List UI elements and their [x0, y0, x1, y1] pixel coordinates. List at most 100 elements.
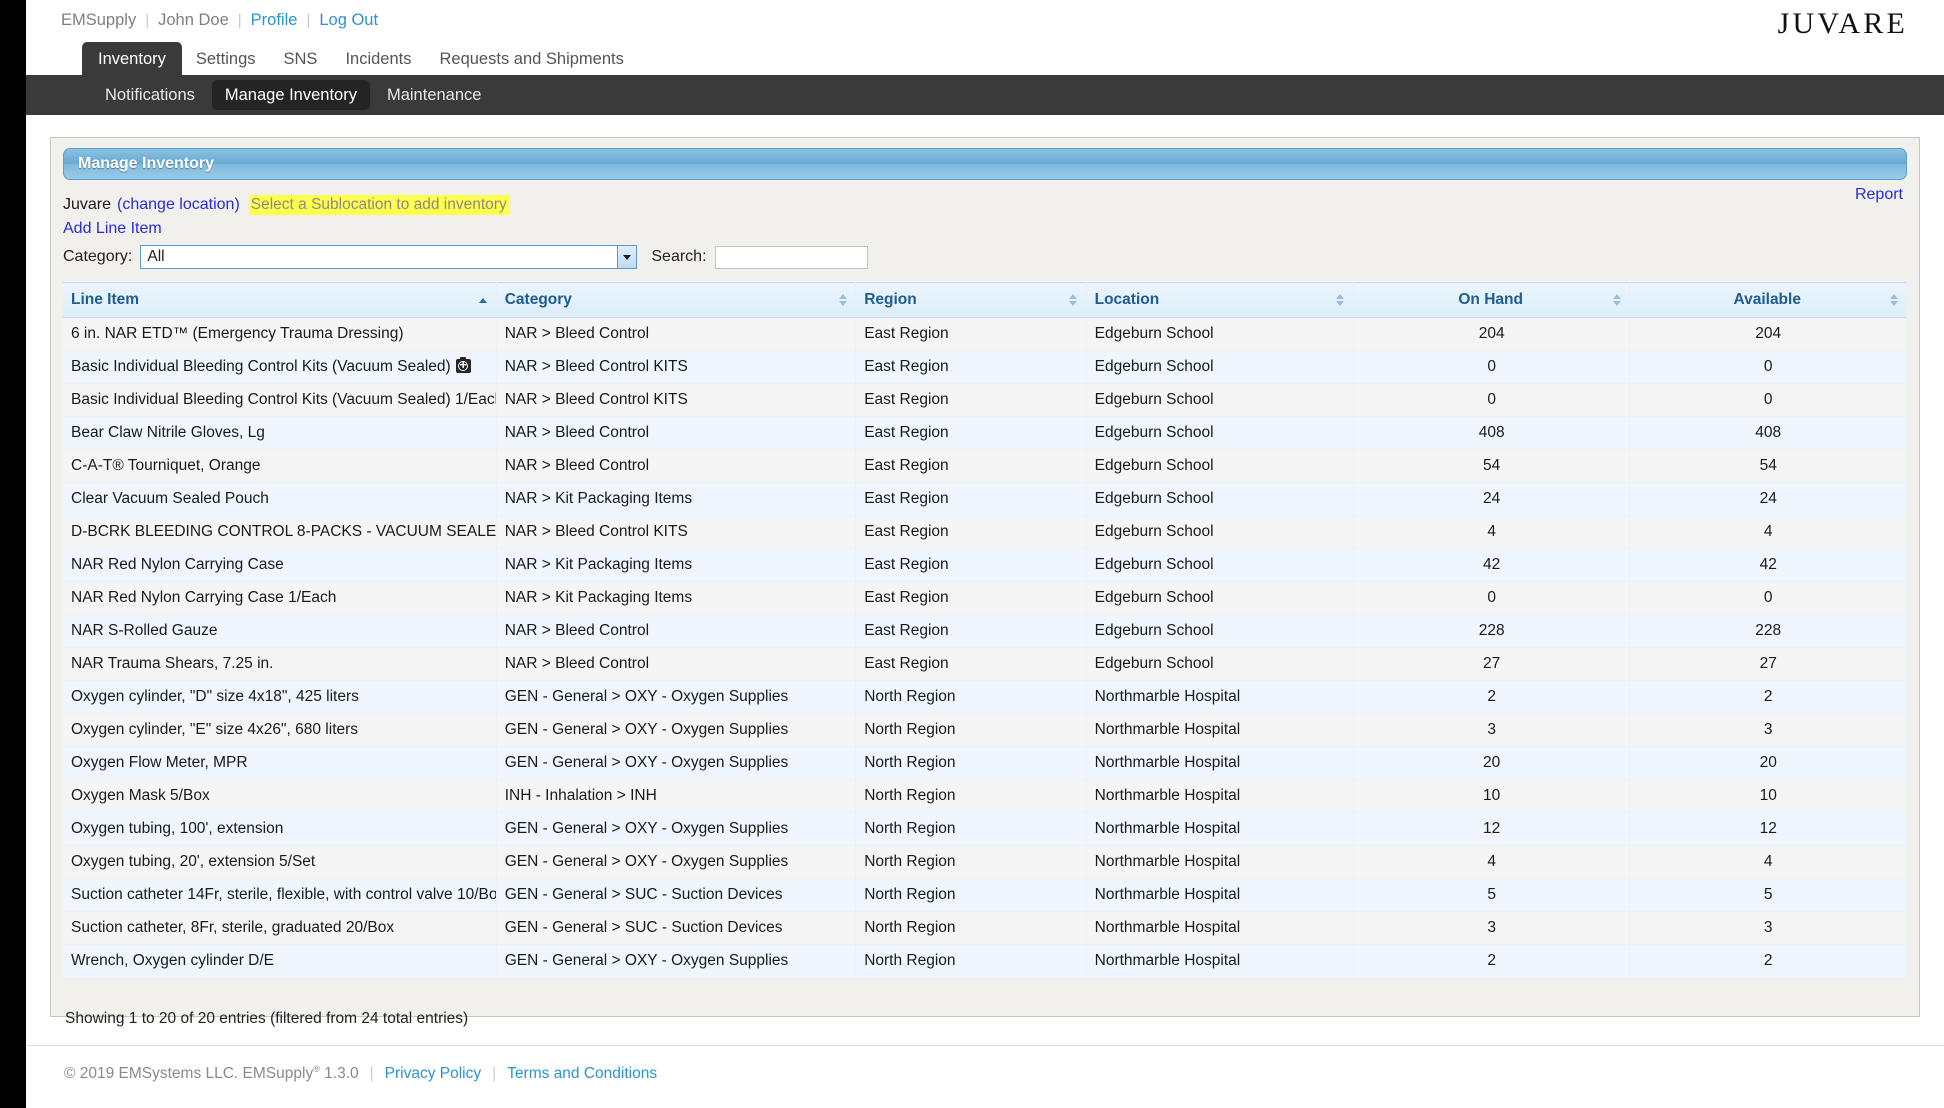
region-cell: East Region [855, 383, 1087, 417]
sort-none-icon [1336, 292, 1345, 308]
available-cell: 20 [1629, 746, 1907, 780]
location-cell: Edgeburn School [1086, 647, 1354, 681]
category-cell-text: GEN - General > OXY - Oxygen Supplies [504, 820, 789, 837]
on-hand-cell: 204 [1353, 317, 1631, 351]
table-row[interactable]: NAR S-Rolled Gauze NAR > Bleed Control Eas… [63, 614, 1907, 648]
table-row[interactable]: Oxygen cylinder, "D" size 4x18", 425 lit… [63, 680, 1907, 714]
line-item-cell-text: C-A-T® Tourniquet, Orange [71, 457, 261, 474]
tab-inventory[interactable]: Inventory [82, 41, 182, 75]
region-cell: East Region [855, 449, 1087, 483]
on-hand-cell: 3 [1353, 713, 1631, 747]
add-line-item-link[interactable]: Add Line Item [63, 220, 1907, 238]
table-row[interactable]: Oxygen Mask 5/Box INH - Inhalation > INH N… [63, 779, 1907, 813]
subtab-notifications[interactable]: Notifications [92, 80, 208, 111]
location-cell-text: Edgeburn School [1094, 655, 1214, 672]
table-row[interactable]: Oxygen tubing, 20', extension 5/Set GEN -… [63, 845, 1907, 879]
table-row[interactable]: 6 in. NAR ETD™ (Emergency Trauma Dressin… [63, 317, 1907, 351]
on-hand-cell: 408 [1353, 416, 1631, 450]
available-cell: 4 [1629, 515, 1907, 549]
on-hand-cell-text: 4 [1487, 853, 1496, 870]
table-row[interactable]: Suction catheter 14Fr, sterile, flexible… [63, 878, 1907, 912]
column-header-line-item[interactable]: Line Item [63, 282, 497, 318]
report-link[interactable]: Report [1855, 186, 1903, 204]
column-header-category[interactable]: Category [496, 282, 857, 318]
category-cell-text: GEN - General > OXY - Oxygen Supplies [504, 853, 789, 870]
available-cell: 2 [1629, 680, 1907, 714]
column-header-region[interactable]: Region [855, 282, 1087, 318]
table-row[interactable]: Oxygen Flow Meter, MPR GEN - General > OX… [63, 746, 1907, 780]
subtab-manage-inventory[interactable]: Manage Inventory [211, 79, 370, 111]
filter-row: Category: All Search: [63, 245, 1907, 269]
table-row[interactable]: Basic Individual Bleeding Control Kits (… [63, 383, 1907, 417]
line-item-cell-text: Wrench, Oxygen cylinder D/E [71, 952, 275, 969]
column-header-location[interactable]: Location [1086, 282, 1354, 318]
kit-icon[interactable] [455, 356, 471, 373]
table-row[interactable]: Bear Claw Nitrile Gloves, Lg NAR > Bleed … [63, 416, 1907, 450]
table-row[interactable]: NAR Red Nylon Carrying Case NAR > Kit Pac… [63, 548, 1907, 582]
region-cell: North Region [855, 680, 1087, 714]
privacy-policy-link[interactable]: Privacy Policy [385, 1065, 481, 1083]
location-cell-text: Edgeburn School [1094, 325, 1214, 342]
line-item-cell: Oxygen tubing, 100', extension [63, 812, 497, 846]
category-selected-value: All [147, 248, 165, 265]
table-row[interactable]: NAR Trauma Shears, 7.25 in. NAR > Bleed C… [63, 647, 1907, 681]
location-cell-text: Northmarble Hospital [1094, 688, 1241, 705]
on-hand-cell: 2 [1353, 680, 1631, 714]
available-cell-text: 0 [1763, 391, 1773, 408]
column-header-on-hand[interactable]: On Hand [1353, 282, 1631, 318]
region-cell-text: East Region [864, 490, 949, 507]
category-cell: NAR > Kit Packaging Items [496, 482, 857, 516]
change-location-link[interactable]: (change location) [117, 196, 240, 214]
app-name: EMSupply [61, 10, 137, 29]
table-row[interactable]: Suction catheter, 8Fr, sterile, graduate… [63, 911, 1907, 945]
line-item-cell-text: NAR Red Nylon Carrying Case 1/Each [71, 589, 337, 606]
table-row[interactable]: D-BCRK BLEEDING CONTROL 8-PACKS - VACUUM… [63, 515, 1907, 549]
column-label-on-hand: On Hand [1458, 291, 1523, 308]
chevron-down-icon[interactable] [617, 246, 637, 268]
available-cell-text: 10 [1759, 787, 1777, 804]
table-row[interactable]: Wrench, Oxygen cylinder D/E GEN - General… [63, 944, 1907, 978]
subtab-maintenance[interactable]: Maintenance [374, 80, 494, 111]
available-cell: 204 [1629, 317, 1907, 351]
location-cell: Northmarble Hospital [1086, 713, 1354, 747]
on-hand-cell: 228 [1353, 614, 1631, 648]
tab-sns[interactable]: SNS [270, 44, 332, 76]
category-cell-text: GEN - General > OXY - Oxygen Supplies [504, 754, 789, 771]
table-row[interactable]: Clear Vacuum Sealed Pouch NAR > Kit Packa… [63, 482, 1907, 516]
logout-link[interactable]: Log Out [319, 11, 378, 30]
available-cell: 27 [1629, 647, 1907, 681]
column-header-available[interactable]: Available [1629, 282, 1907, 318]
available-cell-text: 3 [1763, 721, 1773, 738]
region-cell-text: East Region [864, 325, 949, 342]
column-label-available: Available [1733, 291, 1801, 308]
line-item-cell: Wrench, Oxygen cylinder D/E [63, 944, 497, 978]
location-cell-text: Northmarble Hospital [1094, 820, 1241, 837]
search-input[interactable] [714, 245, 868, 269]
available-cell-text: 20 [1759, 754, 1777, 771]
table-row[interactable]: NAR Red Nylon Carrying Case 1/Each NAR > … [63, 581, 1907, 615]
profile-link[interactable]: Profile [251, 11, 298, 30]
shield-icon [1735, 5, 1765, 42]
terms-and-conditions-link[interactable]: Terms and Conditions [507, 1065, 657, 1083]
available-cell: 228 [1629, 614, 1907, 648]
on-hand-cell-text: 408 [1478, 424, 1505, 441]
table-header-row: Line Item Category Region Location On Ha… [63, 282, 1907, 318]
tab-settings[interactable]: Settings [182, 44, 270, 76]
line-item-cell-text: Suction catheter, 8Fr, sterile, graduate… [71, 919, 395, 936]
table-row[interactable]: Basic Individual Bleeding Control Kits (… [63, 350, 1907, 384]
location-cell-text: Northmarble Hospital [1094, 886, 1241, 903]
table-row[interactable]: Oxygen cylinder, "E" size 4x26", 680 lit… [63, 713, 1907, 747]
category-select[interactable]: All [140, 245, 638, 269]
sort-none-icon [1069, 292, 1078, 308]
table-row[interactable]: Oxygen tubing, 100', extension GEN - Gene… [63, 812, 1907, 846]
location-cell-text: Edgeburn School [1094, 358, 1214, 375]
tab-requests-and-shipments[interactable]: Requests and Shipments [425, 44, 637, 76]
location-cell-text: Edgeburn School [1094, 490, 1214, 507]
location-cell: Edgeburn School [1086, 416, 1354, 450]
table-row[interactable]: C-A-T® Tourniquet, Orange NAR > Bleed Con… [63, 449, 1907, 483]
tab-incidents[interactable]: Incidents [331, 44, 425, 76]
juvare-logo: JUVARE [1735, 5, 1908, 42]
copyright-prefix: © 2019 EMSystems LLC. EMSupply [64, 1065, 314, 1083]
on-hand-cell-text: 4 [1487, 523, 1496, 540]
on-hand-cell: 4 [1353, 845, 1631, 879]
